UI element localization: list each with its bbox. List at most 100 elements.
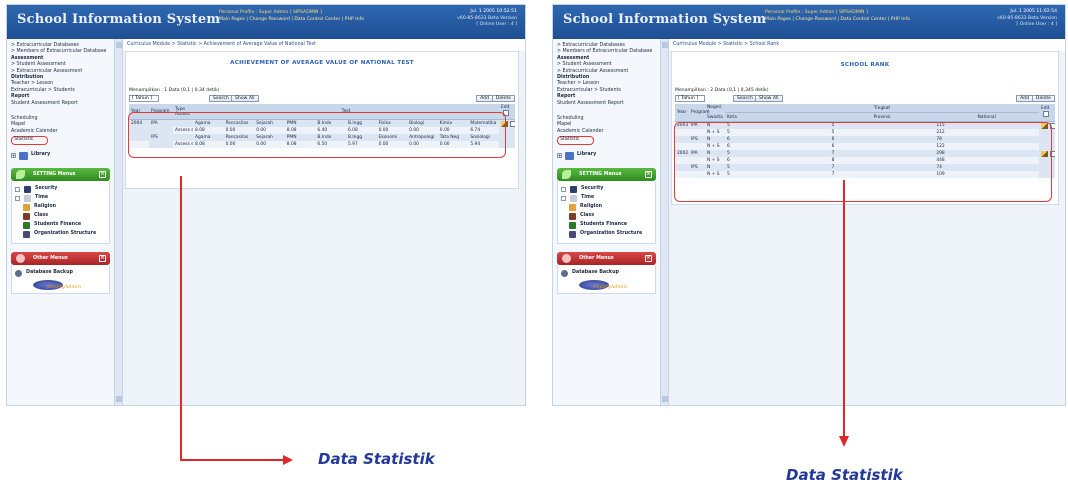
menu-time[interactable]: Time bbox=[15, 194, 106, 202]
class-label: Class bbox=[34, 212, 49, 218]
menu-students-finance[interactable]: Students Finance bbox=[23, 221, 106, 229]
year-select[interactable]: [ Tahun ] bbox=[675, 95, 705, 102]
page-title: ACHIEVEMENT OF AVERAGE VALUE OF NATIONAL… bbox=[230, 60, 414, 66]
phpmyadmin-logo[interactable]: phpMyAdmin bbox=[579, 279, 627, 290]
class-label: Class bbox=[580, 212, 595, 218]
database-icon bbox=[561, 269, 568, 277]
sidebar-item-statistic[interactable]: Statistic bbox=[11, 136, 49, 145]
religion-icon bbox=[23, 203, 30, 211]
expand-icon[interactable] bbox=[561, 195, 566, 201]
page-title: SCHOOL RANK bbox=[840, 62, 890, 68]
profile-line: Personal Profile : Super Admin [ SIPSADM… bbox=[765, 10, 868, 15]
phpmyadmin-logo[interactable]: phpMyAdmin bbox=[33, 279, 81, 290]
select-all-checkbox[interactable] bbox=[1043, 111, 1049, 117]
online-users: [ Online User : 4 ] bbox=[476, 22, 517, 27]
finance-icon bbox=[569, 221, 576, 229]
students-finance-label: Students Finance bbox=[34, 221, 82, 227]
other-menu-icon bbox=[562, 253, 571, 263]
delete-button[interactable]: Delete bbox=[491, 95, 515, 102]
scroll-up-icon[interactable] bbox=[662, 42, 668, 48]
menu-time[interactable]: Time bbox=[561, 194, 652, 202]
stage: School Information System Personal Profi… bbox=[0, 0, 1068, 488]
add-button[interactable]: Add bbox=[1016, 95, 1033, 102]
setting-menu-header[interactable]: SETTING Menus × bbox=[11, 167, 110, 181]
show-all-button[interactable]: Show All bbox=[231, 95, 259, 102]
header-right: Jul. 1 2005 10:52:51 v60-85-8633 Beta Ve… bbox=[457, 9, 517, 29]
profile-line: Personal Profile : Super Admin [ SIPSADM… bbox=[219, 10, 322, 15]
highlight-box bbox=[674, 122, 1052, 202]
search-button[interactable]: Search bbox=[733, 95, 757, 102]
expand-icon[interactable]: + bbox=[11, 153, 16, 159]
menu-database-backup[interactable]: Database Backup bbox=[15, 269, 106, 277]
delete-button[interactable]: Delete bbox=[1031, 95, 1055, 102]
sidebar-library[interactable]: + Library bbox=[557, 151, 656, 160]
content-panel: ACHIEVEMENT OF AVERAGE VALUE OF NATIONAL… bbox=[125, 51, 519, 189]
sidebar-item-statistic[interactable]: Statistic bbox=[557, 136, 595, 145]
menu-organization-structure[interactable]: Organization Structure bbox=[23, 230, 106, 238]
library-icon bbox=[19, 151, 28, 160]
scroll-up-icon[interactable] bbox=[116, 42, 122, 48]
add-button[interactable]: Add bbox=[476, 95, 493, 102]
time-icon bbox=[570, 194, 577, 202]
scroll-down-icon[interactable] bbox=[116, 396, 122, 402]
menu-class[interactable]: Class bbox=[569, 212, 652, 220]
sidebar-item[interactable]: > Members of Extracurricular Database bbox=[11, 49, 110, 55]
sidebar-scrollbar[interactable] bbox=[115, 39, 123, 405]
content-panel: SCHOOL RANK Menampilkan : 2 Data (0,1 | … bbox=[671, 51, 1059, 205]
collapse-icon[interactable]: × bbox=[645, 254, 652, 262]
students-finance-label: Students Finance bbox=[580, 221, 628, 227]
expand-icon[interactable] bbox=[15, 186, 20, 192]
show-all-button[interactable]: Show All bbox=[755, 95, 783, 102]
scroll-down-icon[interactable] bbox=[662, 396, 668, 402]
sidebar-item-academic-calender[interactable]: Academic Calender bbox=[557, 129, 656, 135]
expand-icon[interactable]: + bbox=[557, 153, 562, 159]
organization-label: Organization Structure bbox=[34, 230, 97, 236]
setting-menu-body: Security Time Religion Class Students Fi… bbox=[557, 180, 656, 244]
setting-menu-header[interactable]: SETTING Menus × bbox=[557, 167, 656, 181]
leaf-icon bbox=[16, 169, 25, 179]
table-subheader-row: Kota Provinsi National bbox=[675, 112, 1055, 122]
row-checkbox[interactable] bbox=[510, 121, 515, 127]
other-menu-header[interactable]: Other Menus × bbox=[11, 251, 110, 265]
class-icon bbox=[23, 212, 30, 220]
menu-students-finance[interactable]: Students Finance bbox=[569, 221, 652, 229]
security-label: Security bbox=[581, 185, 604, 191]
col-header: Program bbox=[689, 104, 710, 122]
sidebar-item[interactable]: > Members of Extracurricular Database bbox=[557, 49, 656, 55]
class-icon bbox=[569, 212, 576, 220]
breadcrumb[interactable]: Curriculus Module > Statistic > Achievem… bbox=[123, 39, 525, 51]
collapse-icon[interactable]: × bbox=[99, 254, 106, 262]
library-icon bbox=[565, 151, 574, 160]
menu-security[interactable]: Security bbox=[15, 185, 106, 193]
finance-icon bbox=[23, 221, 30, 229]
expand-icon[interactable] bbox=[561, 186, 566, 192]
record-count: Menampilkan : 1 Data (0,1 | 0,34 detik) bbox=[129, 88, 220, 93]
collapse-icon[interactable]: × bbox=[99, 170, 106, 178]
menu-security[interactable]: Security bbox=[561, 185, 652, 193]
expand-icon[interactable] bbox=[15, 195, 20, 201]
menu-religion[interactable]: Religion bbox=[23, 203, 106, 211]
col-header: Negeri / Swasta bbox=[705, 104, 725, 122]
toolbar: [ Tahun ] Search Show All Add Delete bbox=[675, 95, 1055, 103]
breadcrumb[interactable]: Curriculus Module > Statistic > School R… bbox=[669, 39, 1065, 51]
year-select[interactable]: [ Tahun ] bbox=[129, 95, 159, 102]
sidebar-scrollbar[interactable] bbox=[661, 39, 669, 405]
menu-database-backup[interactable]: Database Backup bbox=[561, 269, 652, 277]
security-icon bbox=[570, 185, 577, 193]
menu-class[interactable]: Class bbox=[23, 212, 106, 220]
annotation-line-vertical bbox=[843, 180, 845, 437]
annotation-line-vertical bbox=[180, 176, 182, 461]
collapse-icon[interactable]: × bbox=[645, 170, 652, 178]
sidebar-item-academic-calender[interactable]: Academic Calender bbox=[11, 129, 110, 135]
sidebar-library[interactable]: + Library bbox=[11, 151, 110, 160]
menu-religion[interactable]: Religion bbox=[569, 203, 652, 211]
arrow-right-icon bbox=[283, 455, 293, 465]
header-links[interactable]: Main Pages | Change Password | Data Cont… bbox=[219, 16, 364, 23]
time-label: Time bbox=[35, 194, 49, 200]
menu-organization-structure[interactable]: Organization Structure bbox=[569, 230, 652, 238]
other-menu-header[interactable]: Other Menus × bbox=[557, 251, 656, 265]
setting-menu-body: Security Time Religion Class Students Fi… bbox=[11, 180, 110, 244]
header-links[interactable]: Main Pages | Change Password | Data Cont… bbox=[765, 16, 910, 23]
col-subheader: Kota bbox=[725, 112, 830, 122]
search-button[interactable]: Search bbox=[209, 95, 233, 102]
